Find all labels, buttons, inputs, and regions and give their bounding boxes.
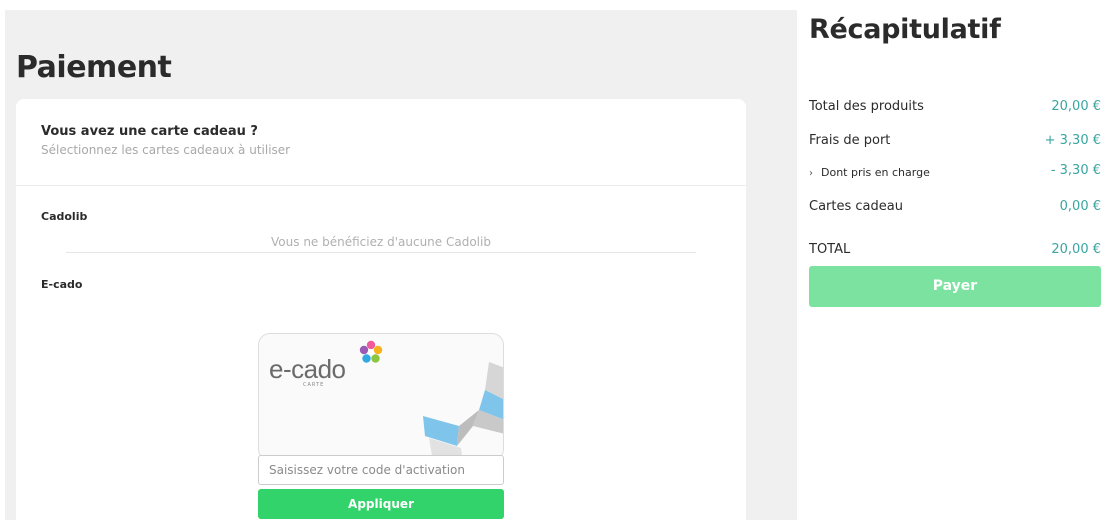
summary-row-shipping: Frais de port + 3,30 € (809, 133, 1101, 148)
ribbon-decoration-icon (423, 362, 503, 460)
apply-button[interactable]: Appliquer (258, 489, 504, 519)
summary-title: Récapitulatif (809, 14, 1001, 45)
summary-row-total: TOTAL 20,00 € (809, 242, 1101, 257)
ecado-logo-subtext: CARTE (303, 382, 325, 388)
summary-label[interactable]: Dont pris en charge (821, 166, 930, 179)
ecado-card-image: e-cado CARTE (258, 333, 504, 461)
summary-label: TOTAL (809, 242, 851, 257)
summary-row-gift-cards: Cartes cadeau 0,00 € (809, 199, 1101, 214)
cadolib-label: Cadolib (41, 210, 88, 223)
e-cado-flower-logo-icon (359, 340, 383, 363)
summary-label: Cartes cadeau (809, 199, 903, 214)
summary-value: 20,00 € (1051, 242, 1101, 257)
summary-value: + 3,30 € (1044, 133, 1101, 148)
summary-label: Total des produits (809, 99, 924, 114)
summary-label: Frais de port (809, 133, 891, 148)
summary-row-products: Total des produits 20,00 € (809, 99, 1101, 114)
summary-row-covered[interactable]: › Dont pris en charge - 3,30 € (809, 163, 1101, 180)
ecado-label: E-cado (41, 278, 83, 291)
gift-card-heading: Vous avez une carte cadeau ? (41, 124, 258, 139)
cadolib-empty-message: Vous ne bénéficiez d'aucune Cadolib (271, 235, 491, 249)
summary-value: - 3,30 € (1050, 163, 1101, 178)
cadolib-divider (66, 252, 696, 253)
section-divider (16, 185, 746, 186)
summary-value: 20,00 € (1051, 99, 1101, 114)
page-title: Paiement (16, 50, 172, 85)
gift-card-subheading: Sélectionnez les cartes cadeaux à utilis… (41, 143, 291, 157)
activation-code-input[interactable] (258, 455, 504, 485)
chevron-right-icon[interactable]: › (809, 168, 813, 179)
ecado-logo: e-cado CARTE (269, 354, 346, 388)
ecado-logo-text: e-cado (269, 354, 346, 384)
gift-card-section: Vous avez une carte cadeau ? Sélectionne… (16, 99, 746, 520)
pay-button[interactable]: Payer (809, 266, 1101, 307)
summary-value: 0,00 € (1059, 199, 1101, 214)
